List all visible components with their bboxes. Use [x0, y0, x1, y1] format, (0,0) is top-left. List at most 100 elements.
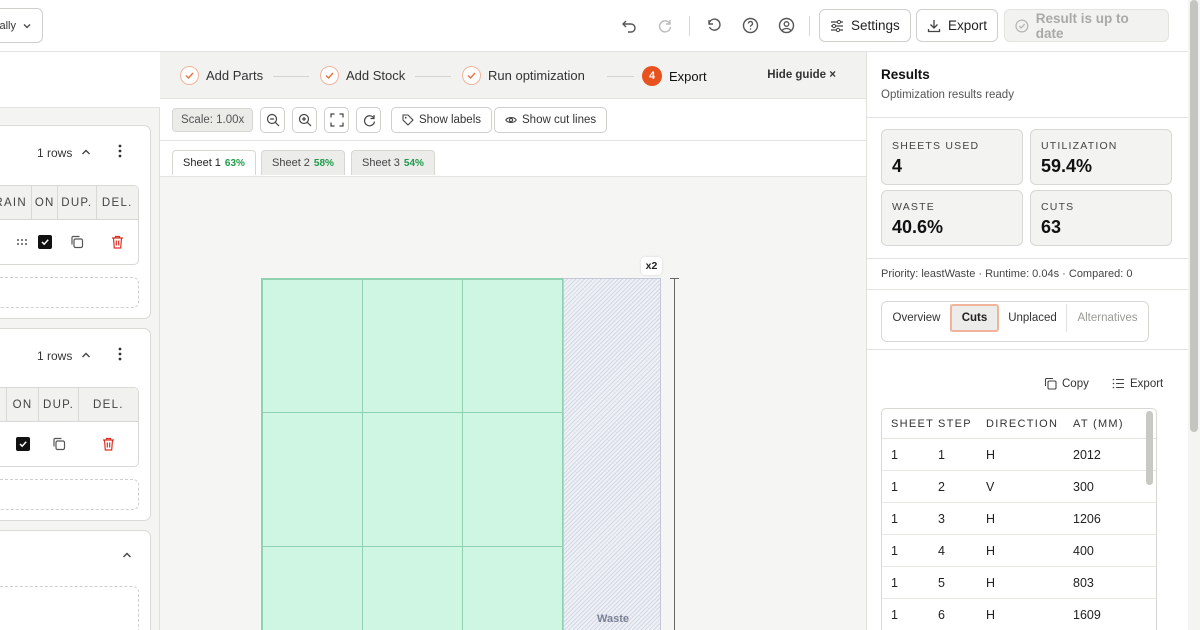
tab-overview[interactable]: Overview: [883, 304, 951, 332]
step-run-optimization[interactable]: Run optimization: [462, 66, 585, 85]
enabled-checkbox[interactable]: [32, 235, 58, 249]
refresh-icon[interactable]: [356, 107, 381, 133]
options-dropzone[interactable]: [0, 586, 139, 630]
scrollbar-thumb[interactable]: [1190, 0, 1198, 432]
more-options-icon[interactable]: [116, 346, 124, 367]
sheet-tab-label: Sheet 2: [272, 157, 310, 169]
sheet-canvas[interactable]: x2 Waste: [160, 177, 866, 630]
export-button[interactable]: Export: [916, 9, 999, 42]
placed-part[interactable]: [362, 279, 463, 413]
cell: 400: [1073, 543, 1094, 558]
workspace: Add Parts Add Stock Run optimization 4 E…: [160, 52, 866, 630]
undo-icon[interactable]: [618, 14, 640, 36]
step-label: Add Parts: [206, 68, 264, 83]
step-connector: [415, 76, 451, 77]
add-row-dropzone[interactable]: [0, 479, 139, 510]
stat-value: 63: [1041, 217, 1062, 237]
step-add-stock[interactable]: Add Stock: [320, 66, 405, 85]
tab-alternatives[interactable]: Alternatives: [1067, 304, 1148, 332]
add-row-dropzone[interactable]: [0, 277, 139, 308]
tab-unplaced[interactable]: Unplaced: [999, 304, 1067, 332]
sliders-icon: [831, 19, 843, 32]
tab-sheet-3[interactable]: Sheet 3 54%: [351, 150, 435, 175]
account-icon[interactable]: [775, 14, 797, 36]
zoom-out-icon[interactable]: [260, 107, 285, 133]
step-add-parts[interactable]: Add Parts: [180, 66, 263, 85]
stat-label: WASTE: [892, 201, 935, 213]
cell: H: [986, 575, 996, 590]
stock-table-header: ON DUP. DEL.: [0, 388, 138, 422]
duplicate-icon[interactable]: [58, 235, 96, 249]
cell: 1: [891, 575, 898, 590]
cell: 4: [938, 543, 945, 558]
column-header: ON: [7, 388, 40, 421]
chevron-up-icon[interactable]: [80, 145, 92, 163]
results-subtitle: Optimization results ready: [881, 89, 1014, 101]
drag-handle-icon[interactable]: [0, 238, 32, 246]
chevron-up-icon[interactable]: [121, 548, 133, 566]
help-icon[interactable]: [739, 14, 761, 36]
tab-sheet-1[interactable]: Sheet 1 63%: [172, 150, 256, 175]
toolbar-divider: [689, 16, 690, 36]
table-scrollbar[interactable]: [1146, 411, 1153, 485]
column-header: DIRECTION: [986, 417, 1059, 430]
canvas-toolbar: Scale: 1.00x Show labels Show cut lines: [160, 99, 866, 141]
zoom-in-icon[interactable]: [292, 107, 317, 133]
cell: 1206: [1073, 511, 1101, 526]
delete-icon[interactable]: [79, 437, 138, 451]
copy-button[interactable]: Copy: [1044, 377, 1089, 390]
more-options-icon[interactable]: [116, 143, 124, 164]
column-header: RAIN: [0, 186, 33, 219]
stat-value: 40.6%: [892, 217, 944, 237]
placed-part[interactable]: [462, 279, 563, 413]
chevron-up-icon[interactable]: [80, 348, 92, 366]
tab-sheet-2[interactable]: Sheet 2 58%: [261, 150, 345, 175]
hide-guide-button[interactable]: Hide guide ×: [767, 69, 836, 81]
sheet-tab-label: Sheet 1: [183, 157, 221, 169]
delete-icon[interactable]: [97, 235, 138, 249]
cell: H: [986, 607, 996, 622]
stat-label: CUTS: [1041, 201, 1075, 213]
stock-card: 1 rows ON DUP. DEL.: [0, 328, 151, 521]
step-export[interactable]: 4 Export: [642, 66, 707, 86]
show-cut-lines-button[interactable]: Show cut lines: [494, 107, 608, 133]
eye-icon: [505, 117, 517, 123]
show-cut-lines-label: Show cut lines: [522, 114, 597, 126]
list-icon: [1112, 378, 1124, 389]
placed-part[interactable]: [262, 412, 363, 547]
placed-part[interactable]: [262, 279, 363, 413]
fit-screen-icon[interactable]: [324, 107, 349, 133]
sheet-utilization: 58%: [313, 157, 334, 169]
show-labels-button[interactable]: Show labels: [391, 107, 493, 133]
export-cuts-button[interactable]: Export: [1112, 377, 1163, 390]
placed-part[interactable]: [362, 546, 463, 630]
settings-button[interactable]: Settings: [819, 9, 911, 42]
window-scrollbar[interactable]: [1188, 0, 1200, 630]
cell: 803: [1073, 575, 1094, 590]
enabled-checkbox[interactable]: [7, 437, 40, 451]
table-row: 1 4 H 400: [882, 535, 1156, 567]
reset-icon[interactable]: [703, 14, 725, 36]
cuts-table: SHEET STEP DIRECTION AT (MM) 1 1 H 2012 …: [881, 408, 1157, 630]
placed-part[interactable]: [262, 546, 363, 630]
divider: [867, 117, 1188, 118]
tab-cuts[interactable]: Cuts: [950, 304, 999, 332]
copy-label: Copy: [1062, 377, 1089, 390]
check-circle-icon: [1015, 19, 1029, 32]
cell: 1: [891, 607, 898, 622]
duplicate-icon[interactable]: [39, 437, 78, 451]
placed-part[interactable]: [462, 546, 563, 630]
check-icon: [320, 66, 339, 85]
export-label: Export: [948, 18, 988, 33]
placed-part[interactable]: [462, 412, 563, 547]
column-spacer: [0, 388, 7, 421]
mode-select[interactable]: ally: [0, 8, 43, 43]
stat-sheets-used: SHEETS USED 4: [881, 129, 1023, 185]
check-icon: [180, 66, 199, 85]
redo-icon[interactable]: [654, 14, 676, 36]
export-cuts-label: Export: [1130, 377, 1164, 390]
placed-part[interactable]: [362, 412, 463, 547]
dimension-line: [670, 278, 679, 630]
sheet-utilization: 63%: [224, 157, 245, 169]
result-status-button[interactable]: Result is up to date: [1004, 9, 1169, 42]
